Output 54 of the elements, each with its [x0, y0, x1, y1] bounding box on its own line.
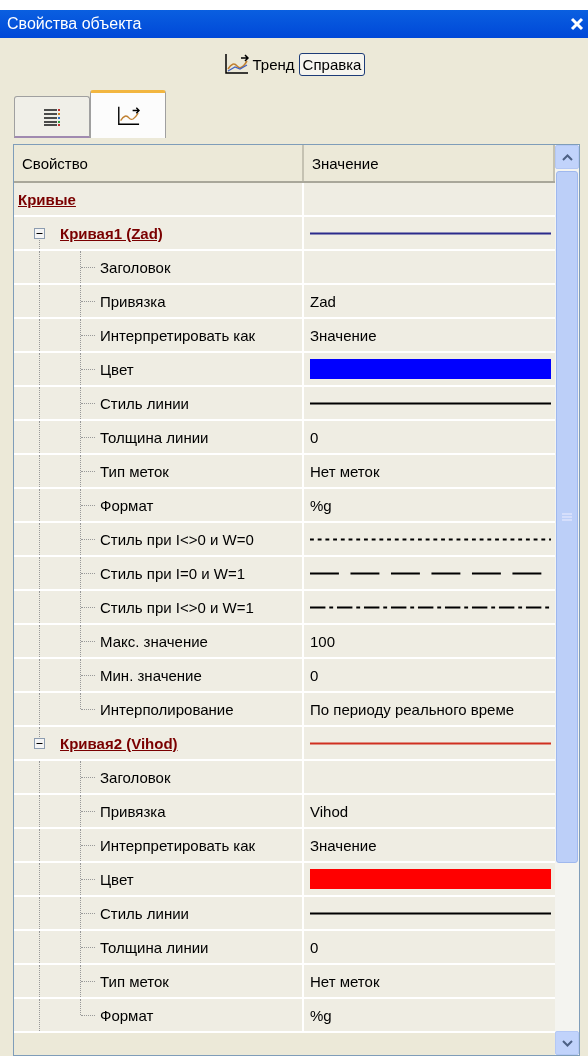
property-value: 100 [310, 632, 336, 650]
property-value: 0 [310, 666, 319, 684]
property-value: Значение [310, 326, 377, 344]
property-value: По периоду реального време [310, 700, 515, 718]
property-label: Цвет [100, 360, 134, 378]
property-label: Интерпретировать как [100, 326, 256, 344]
trend-label: Тренд [252, 55, 295, 73]
property-label: Цвет [100, 870, 134, 888]
tab[interactable] [90, 90, 166, 138]
property-label: Привязка [100, 292, 166, 310]
property-label: Макс. значение [100, 632, 208, 650]
property-label: Стиль линии [100, 394, 189, 412]
list-icon [42, 106, 62, 127]
property-value: %g [310, 496, 332, 514]
property-label: Стиль при I<>0 и W=1 [100, 598, 254, 616]
property-label: Стиль линии [100, 904, 189, 922]
collapse-icon[interactable] [34, 228, 45, 239]
category-label: Кривые [17, 190, 76, 208]
property-value: Значение [310, 836, 377, 854]
property-label: Мин. значение [100, 666, 202, 684]
property-value: %g [310, 1006, 332, 1024]
property-value: Vihod [310, 802, 349, 820]
window-title: Свойства объекта [7, 15, 142, 33]
property-label: Заголовок [100, 258, 171, 276]
scrollbar[interactable] [555, 145, 579, 1055]
close-icon[interactable] [570, 17, 584, 31]
property-label: Интерполирование [100, 700, 234, 718]
chart-icon [116, 104, 140, 127]
property-label: Формат [100, 1006, 154, 1024]
column-header[interactable]: Свойство [14, 145, 304, 181]
property-value: Нет меток [310, 972, 380, 990]
collapse-icon[interactable] [34, 738, 45, 749]
curve-label[interactable]: Кривая1 (Zad) [60, 224, 163, 242]
help-button[interactable]: Справка [298, 52, 366, 76]
curve-label[interactable]: Кривая2 (Vihod) [60, 734, 178, 752]
scroll-down-icon[interactable] [561, 1039, 573, 1047]
property-label: Толщина линии [100, 938, 209, 956]
property-label: Стиль при I<>0 и W=0 [100, 530, 254, 548]
scroll-up-icon[interactable] [561, 153, 573, 161]
property-label: Привязка [100, 802, 166, 820]
grip-icon [562, 513, 572, 521]
property-value: Zad [310, 292, 336, 310]
property-label: Стиль при I=0 и W=1 [100, 564, 246, 582]
property-value: 0 [310, 938, 319, 956]
property-value: 0 [310, 428, 319, 446]
chart-icon[interactable] [222, 53, 249, 75]
tab[interactable] [14, 96, 90, 138]
property-value: Нет меток [310, 462, 380, 480]
property-label: Толщина линии [100, 428, 209, 446]
property-label: Тип меток [100, 462, 169, 480]
property-label: Формат [100, 496, 154, 514]
property-label: Заголовок [100, 768, 171, 786]
property-label: Тип меток [100, 972, 169, 990]
property-label: Интерпретировать как [100, 836, 256, 854]
